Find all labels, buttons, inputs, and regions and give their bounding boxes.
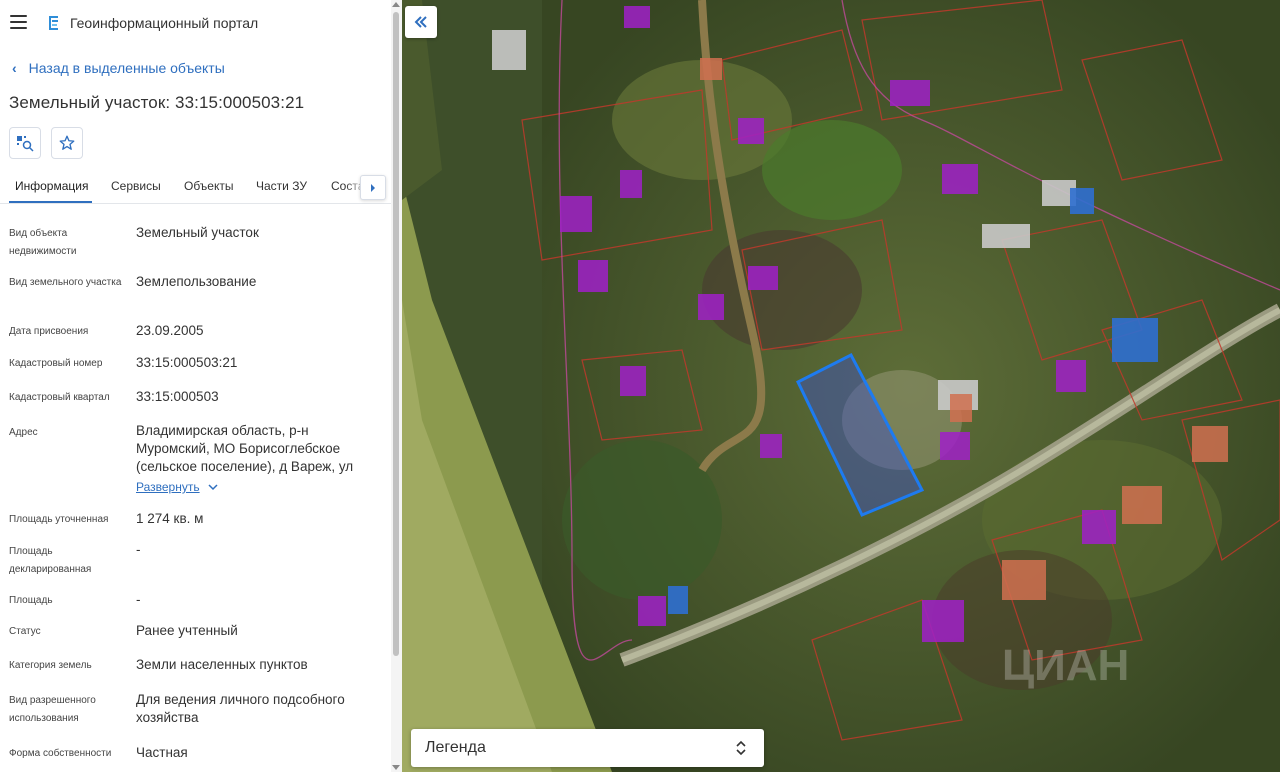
property-label-area-declared: Площадь декларированная <box>9 546 92 575</box>
tab-services[interactable]: Сервисы <box>111 179 161 193</box>
page-title: Земельный участок: 33:15:000503:21 <box>9 93 305 112</box>
property-value-area: - <box>136 592 141 607</box>
property-label-assign-date: Дата присвоения <box>9 326 89 337</box>
panel-scrollbar[interactable] <box>391 0 402 772</box>
map-view[interactable]: ЦИАН <box>402 0 1280 772</box>
find-on-map-button[interactable] <box>9 127 41 159</box>
chevron-left-icon: ‹ <box>12 60 17 76</box>
scroll-up-arrow-icon[interactable] <box>392 2 400 7</box>
tab-objects[interactable]: Объекты <box>184 179 234 193</box>
property-label-address: Адрес <box>9 427 38 438</box>
property-value-land-category: Земли населенных пунктов <box>136 657 308 672</box>
property-label-cadastral-quarter: Кадастровый квартал <box>9 392 110 403</box>
tab-bar: Информация Сервисы Объекты Части ЗУ Сост… <box>0 170 391 204</box>
star-icon <box>59 135 75 150</box>
up-down-chevron-icon <box>736 740 746 756</box>
property-label-area: Площадь <box>9 595 53 606</box>
tabs-next-button[interactable] <box>360 175 386 200</box>
app-title: Геоинформационный портал <box>70 15 259 31</box>
property-label-area-refined: Площадь уточненная <box>9 514 109 525</box>
property-value-object-type: Земельный участок <box>136 225 259 240</box>
info-panel: Геоинформационный портал ‹ Назад в выдел… <box>0 0 402 772</box>
svg-text:ЦИАН: ЦИАН <box>1002 641 1129 690</box>
collapse-panel-button[interactable] <box>405 6 437 38</box>
property-value-parcel-type: Землепользование <box>136 274 257 289</box>
property-value-assign-date: 23.09.2005 <box>136 323 204 338</box>
expand-link-label: Развернуть <box>136 480 200 494</box>
active-tab-indicator <box>9 201 92 203</box>
back-link-label: Назад в выделенные объекты <box>28 60 225 76</box>
property-label-status: Статус <box>9 626 41 637</box>
property-value-cadastral-quarter: 33:15:000503 <box>136 389 219 404</box>
tab-information[interactable]: Информация <box>15 179 88 193</box>
chevron-down-icon <box>208 483 218 490</box>
property-value-address: Владимирская область, р-н Муромский, МО … <box>136 423 354 474</box>
app-header: Геоинформационный портал <box>0 0 391 46</box>
address-expand-link[interactable]: Развернуть <box>136 480 218 494</box>
add-favorite-button[interactable] <box>51 127 83 159</box>
tab-parcel-parts[interactable]: Части ЗУ <box>256 179 307 193</box>
scrollbar-thumb[interactable] <box>393 12 399 656</box>
property-value-cadastral-number: 33:15:000503:21 <box>136 355 238 370</box>
chevron-right-icon <box>371 183 375 192</box>
satellite-map[interactable]: ЦИАН <box>402 0 1280 772</box>
double-chevron-left-icon <box>414 16 427 28</box>
property-label-permitted-use: Вид разрешенного использования <box>9 695 96 724</box>
property-value-ownership: Частная <box>136 745 188 760</box>
hamburger-icon[interactable] <box>10 15 27 29</box>
legend-label: Легенда <box>425 739 486 756</box>
property-value-area-declared: - <box>136 542 141 557</box>
property-value-status: Ранее учтенный <box>136 623 238 638</box>
back-to-selection-link[interactable]: ‹ Назад в выделенные объекты <box>12 60 225 76</box>
scroll-down-arrow-icon[interactable] <box>392 765 400 770</box>
portal-logo-icon <box>49 16 58 30</box>
property-value-permitted-use: Для ведения личного подсобного хозяйства <box>136 692 345 725</box>
property-label-land-category: Категория земель <box>9 660 92 671</box>
property-label-object-type: Вид объекта недвижимости <box>9 228 77 257</box>
legend-dropdown[interactable]: Легенда <box>411 729 764 767</box>
property-label-ownership: Форма собственности <box>9 748 112 759</box>
map-locate-icon <box>17 136 34 152</box>
property-value-area-refined: 1 274 кв. м <box>136 511 204 526</box>
property-label-cadastral-number: Кадастровый номер <box>9 358 103 369</box>
property-label-parcel-type: Вид земельного участка <box>9 277 122 288</box>
